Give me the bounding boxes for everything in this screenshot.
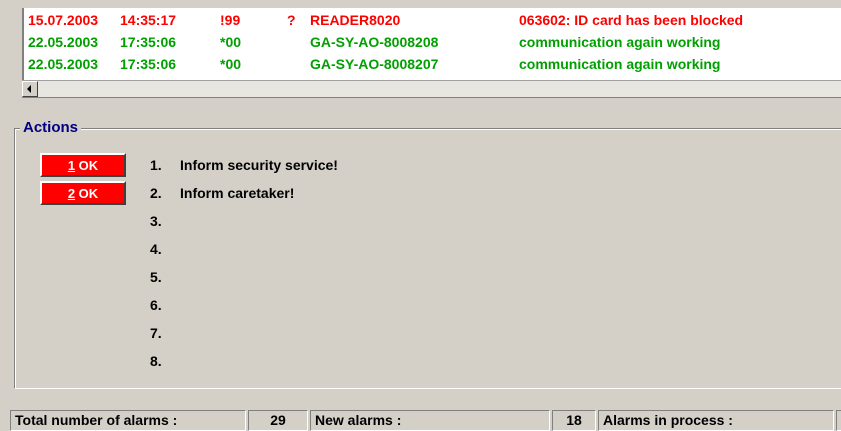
action-number: 1. xyxy=(150,157,162,173)
ok-button-2-key: 2 xyxy=(67,185,76,201)
status-new-value: 18 xyxy=(552,410,596,431)
alarm-device: GA-SY-AO-8008207 xyxy=(310,56,439,72)
status-total-value: 29 xyxy=(248,410,308,431)
alarm-device: READER8020 xyxy=(310,12,401,28)
alarm-time: 17:35:06 xyxy=(120,34,177,50)
scroll-left-arrow-icon[interactable] xyxy=(22,81,38,97)
status-process-value xyxy=(836,410,841,431)
action-item-3: 3. xyxy=(150,212,180,230)
action-text: Inform caretaker! xyxy=(180,185,295,201)
status-new-label: New alarms : xyxy=(310,410,550,431)
alarm-date: 22.05.2003 xyxy=(28,56,99,72)
ok-button-2[interactable]: 2 OK xyxy=(40,181,126,205)
actions-legend: Actions xyxy=(20,119,82,137)
status-total-label: Total number of alarms : xyxy=(10,410,246,431)
horizontal-scrollbar[interactable] xyxy=(22,80,841,98)
action-number: 7. xyxy=(150,325,162,341)
status-bar: Total number of alarms : 29 New alarms :… xyxy=(10,410,841,431)
alarm-flag: ? xyxy=(287,12,296,28)
action-item-7: 7. xyxy=(150,324,180,342)
alarm-date: 22.05.2003 xyxy=(28,34,99,50)
alarm-code: !99 xyxy=(220,12,241,28)
action-number: 8. xyxy=(150,353,162,369)
alarm-message: communication again working xyxy=(519,34,721,50)
action-number: 2. xyxy=(150,185,162,201)
alarm-time: 17:35:06 xyxy=(120,56,177,72)
action-number: 4. xyxy=(150,241,162,257)
action-text: Inform security service! xyxy=(180,157,338,173)
alarm-device: GA-SY-AO-8008208 xyxy=(310,34,439,50)
action-item-6: 6. xyxy=(150,296,180,314)
alarm-message: 063602: ID card has been blocked xyxy=(519,12,744,28)
status-process-label: Alarms in process : xyxy=(598,410,834,431)
action-item-2: 2. Inform caretaker! xyxy=(150,184,294,202)
alarm-code: *00 xyxy=(220,34,242,50)
action-number: 3. xyxy=(150,213,162,229)
ok-button-2-label: OK xyxy=(75,185,99,201)
actions-groupbox xyxy=(14,128,841,389)
alarm-code: *00 xyxy=(220,56,242,72)
action-item-1: 1. Inform security service! xyxy=(150,156,338,174)
action-item-8: 8. xyxy=(150,352,180,370)
action-number: 5. xyxy=(150,269,162,285)
alarm-time: 14:35:17 xyxy=(120,12,177,28)
ok-button-1-key: 1 xyxy=(67,157,76,173)
action-item-5: 5. xyxy=(150,268,180,286)
alarm-date: 15.07.2003 xyxy=(28,12,99,28)
action-item-4: 4. xyxy=(150,240,180,258)
ok-button-1[interactable]: 1 OK xyxy=(40,153,126,177)
ok-button-1-label: OK xyxy=(75,157,99,173)
alarm-message: communication again working xyxy=(519,56,721,72)
alarm-list[interactable]: 15.07.2003 14:35:17 !99 ? READER8020 063… xyxy=(22,8,841,80)
action-number: 6. xyxy=(150,297,162,313)
